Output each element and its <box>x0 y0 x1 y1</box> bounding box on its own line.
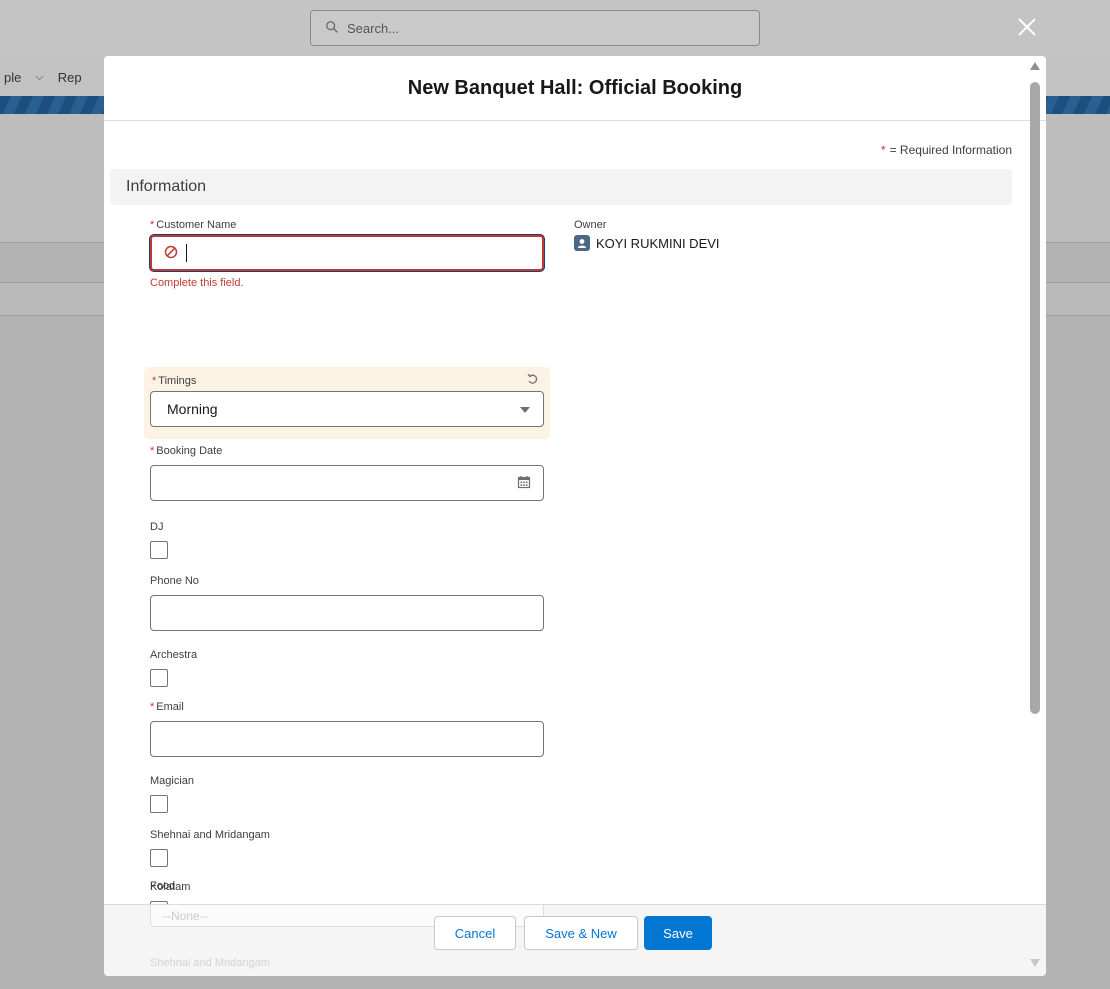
owner-label: Owner <box>574 219 607 231</box>
shehnai-field: Shehnai and Mridangam <box>150 827 270 867</box>
customer-name-field: * Customer Name Complete this field. <box>150 217 544 289</box>
chevron-down-icon[interactable]: ⌵ <box>35 71 43 84</box>
new-record-modal: New Banquet Hall: Official Booking * = Re… <box>104 56 1046 976</box>
modal-footer: --None-- Shehnai and Mridangam Cancel Sa… <box>104 904 1046 976</box>
booking-date-input[interactable] <box>150 465 544 501</box>
text-caret <box>186 244 187 262</box>
magician-label: Magician <box>150 775 195 787</box>
timings-select[interactable]: Morning <box>150 391 544 427</box>
required-info-text: = Required Information <box>889 143 1012 157</box>
error-icon <box>164 245 178 262</box>
modal-scrollbar[interactable] <box>1028 56 1042 976</box>
calendar-icon[interactable] <box>517 475 531 492</box>
scroll-down-icon[interactable] <box>1030 959 1040 967</box>
scroll-thumb[interactable] <box>1030 82 1040 714</box>
close-icon <box>1018 18 1036 36</box>
magician-checkbox[interactable] <box>150 795 168 813</box>
timings-value: Morning <box>167 401 218 417</box>
next-field-label: Shehnai and Mridangam <box>150 957 270 969</box>
nav-item-reports[interactable]: Rep <box>58 70 82 85</box>
phone-no-input[interactable] <box>150 595 544 631</box>
save-button[interactable]: Save <box>644 916 712 950</box>
food-value: --None-- <box>163 908 208 923</box>
customer-name-input[interactable] <box>150 235 544 271</box>
email-label: * Email <box>150 701 184 713</box>
close-modal-button[interactable] <box>1010 10 1044 44</box>
timings-field: * Timings Morning <box>144 367 550 439</box>
customer-name-label: * Customer Name <box>150 219 237 231</box>
owner-field: Owner KOYI RUKMINI DEVI <box>574 217 720 251</box>
global-header: Search... <box>0 0 1110 58</box>
phone-no-field: Phone No <box>150 573 544 631</box>
email-input[interactable] <box>150 721 544 757</box>
chevron-down-icon <box>519 401 531 417</box>
undo-icon[interactable] <box>526 372 540 386</box>
dj-label: DJ <box>150 521 164 533</box>
search-placeholder: Search... <box>347 20 400 36</box>
booking-date-field: * Booking Date <box>150 443 544 501</box>
magician-field: Magician <box>150 773 194 813</box>
dj-checkbox[interactable] <box>150 541 168 559</box>
modal-header: New Banquet Hall: Official Booking <box>104 56 1046 121</box>
cancel-button[interactable]: Cancel <box>434 916 516 950</box>
modal-body[interactable]: * = Required Information Information * Cus… <box>104 121 1022 904</box>
archestra-field: Archestra <box>150 647 197 687</box>
search-icon <box>325 20 339 37</box>
timings-label: * Timings <box>152 375 197 387</box>
dj-field: DJ <box>150 519 168 559</box>
booking-date-label: * Booking Date <box>150 445 223 457</box>
required-info-note: * = Required Information <box>881 143 1012 157</box>
owner-name[interactable]: KOYI RUKMINI DEVI <box>596 236 720 251</box>
shehnai-checkbox[interactable] <box>150 849 168 867</box>
food-field: Food <box>150 878 175 894</box>
required-marker: * <box>880 143 886 157</box>
archestra-label: Archestra <box>150 649 198 661</box>
phone-no-label: Phone No <box>150 575 199 587</box>
customer-name-error: Complete this field. <box>150 277 244 289</box>
scroll-up-icon[interactable] <box>1030 62 1040 70</box>
modal-title: New Banquet Hall: Official Booking <box>407 76 743 99</box>
user-avatar-icon <box>574 235 590 251</box>
nav-item-people[interactable]: ple <box>4 70 21 85</box>
email-field: * Email <box>150 699 544 757</box>
archestra-checkbox[interactable] <box>150 669 168 687</box>
global-search[interactable]: Search... <box>310 10 760 46</box>
food-label: Food <box>150 880 176 892</box>
save-and-new-button[interactable]: Save & New <box>524 916 638 950</box>
shehnai-label: Shehnai and Mridangam <box>150 829 270 841</box>
section-information[interactable]: Information <box>110 169 1012 205</box>
